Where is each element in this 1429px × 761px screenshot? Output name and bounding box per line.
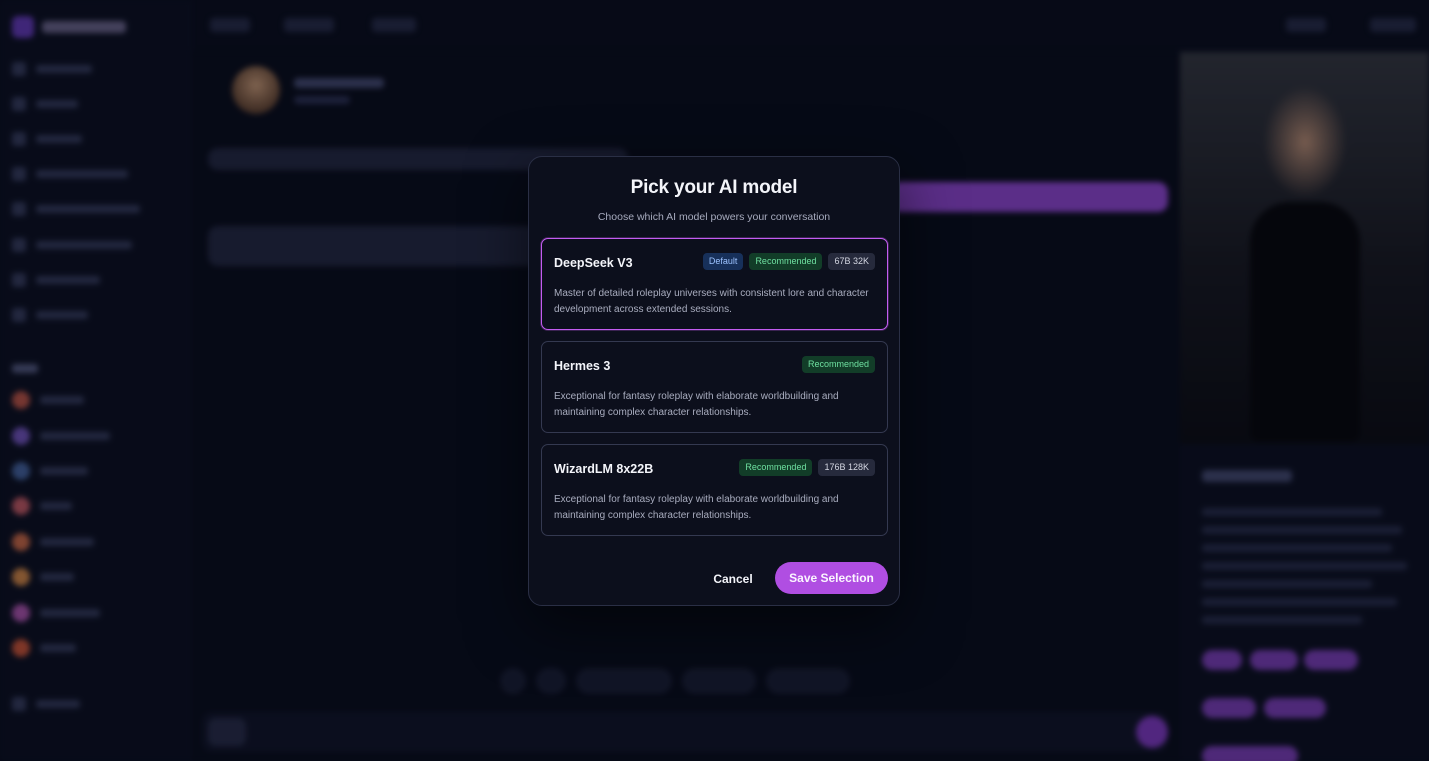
model-spec-badge: 176B 128K bbox=[818, 459, 875, 476]
recommended-badge: Recommended bbox=[801, 356, 875, 373]
model-spec-badge: 67B 32K bbox=[828, 253, 875, 270]
save-selection-button[interactable]: Save Selection bbox=[775, 562, 888, 594]
recommended-badge: Recommended bbox=[739, 459, 813, 476]
model-picker-dialog: Pick your AI model Choose which AI model… bbox=[528, 156, 900, 606]
model-name: DeepSeek V3 bbox=[554, 256, 633, 270]
dialog-title: Pick your AI model bbox=[630, 177, 798, 198]
model-option-deepseek-v3[interactable]: DeepSeek V3 Default Recommended 67B 32K … bbox=[541, 238, 888, 330]
recommended-badge: Recommended bbox=[749, 253, 823, 270]
model-badges: Recommended bbox=[801, 356, 875, 373]
model-badges: Recommended 176B 128K bbox=[739, 459, 875, 476]
dialog-subtitle: Choose which AI model powers your conver… bbox=[597, 211, 831, 223]
model-badges: Default Recommended 67B 32K bbox=[702, 253, 875, 270]
model-name: Hermes 3 bbox=[554, 359, 611, 373]
default-badge: Default bbox=[702, 253, 744, 270]
model-option-wizardlm-8x22b[interactable]: WizardLM 8x22B Recommended 176B 128K Exc… bbox=[541, 444, 888, 536]
model-option-hermes-3[interactable]: Hermes 3 Recommended Exceptional for fan… bbox=[541, 341, 888, 433]
model-description: Exceptional for fantasy roleplay with el… bbox=[554, 391, 839, 418]
model-description: Master of detailed roleplay universes wi… bbox=[554, 288, 869, 315]
model-description: Exceptional for fantasy roleplay with el… bbox=[554, 494, 839, 521]
app-root: Pick your AI model Choose which AI model… bbox=[0, 0, 1429, 761]
model-name: WizardLM 8x22B bbox=[554, 462, 654, 476]
cancel-button[interactable]: Cancel bbox=[701, 563, 765, 595]
